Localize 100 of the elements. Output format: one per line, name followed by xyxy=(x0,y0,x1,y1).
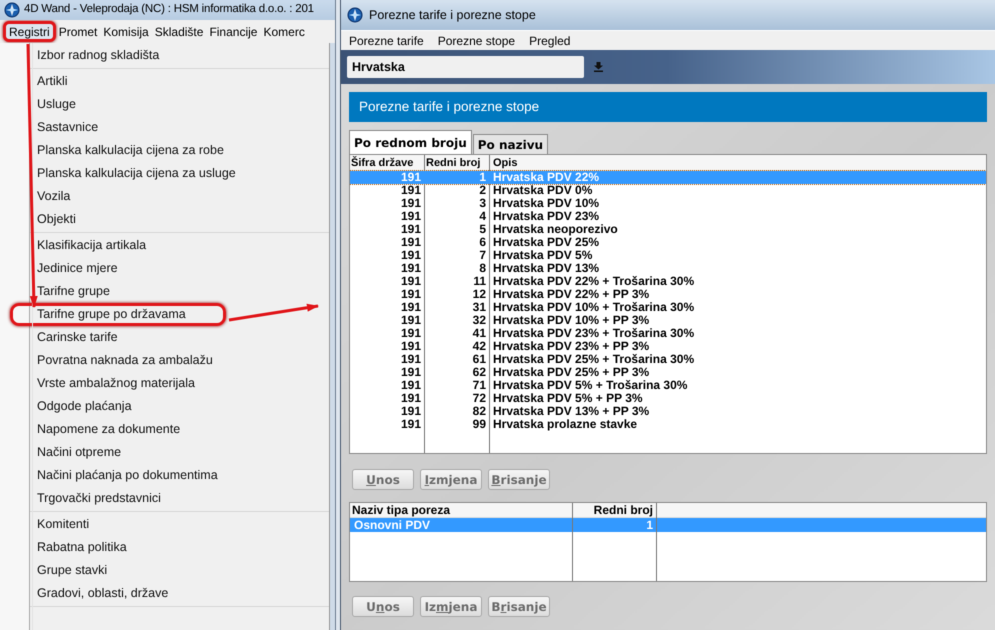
table-cell-text: Hrvatska PDV 13% + PP 3% xyxy=(492,405,650,418)
dropdown-item[interactable]: Carinske tarife xyxy=(30,326,329,349)
table-cell-text: 191 xyxy=(400,249,422,262)
table-cell-text: 191 xyxy=(400,171,422,184)
table-cell-text: 191 xyxy=(400,275,422,288)
table-row[interactable]: 191 4 Hrvatska PDV 23% xyxy=(350,210,986,223)
dropdown-item[interactable]: Načini otpreme xyxy=(30,441,329,464)
table-cell-text: Hrvatska PDV 25% + PP 3% xyxy=(492,366,650,379)
table-cell-text: 32 xyxy=(472,314,487,327)
action-button[interactable]: Izmjena xyxy=(420,469,482,490)
table-cell-text: Hrvatska PDV 22% xyxy=(492,171,600,184)
table-cell-text: Hrvatska PDV 10% xyxy=(492,197,600,210)
dropdown-item[interactable]: Odgode plaćanja xyxy=(30,395,329,418)
table-cell-text: Hrvatska PDV 5% xyxy=(492,249,594,262)
dropdown-item[interactable]: Gradovi, oblasti, države xyxy=(30,582,329,605)
dropdown-item[interactable]: Grupe stavki xyxy=(30,559,329,582)
dropdown-item[interactable]: Načini plaćanja po dokumentima xyxy=(30,464,329,487)
menu-item[interactable]: Porezne stope xyxy=(438,32,516,50)
download-icon[interactable] xyxy=(594,62,603,72)
table-row[interactable]: 191 3 Hrvatska PDV 10% xyxy=(350,197,986,210)
table-cell-text: 99 xyxy=(472,418,487,431)
column-header[interactable]: Redni broj xyxy=(572,503,656,517)
dropdown-item[interactable]: Rabatna politika xyxy=(30,536,329,559)
dropdown-item[interactable]: Trgovački predstavnici xyxy=(30,487,329,510)
table-cell-text: Hrvatska PDV 13% xyxy=(492,262,600,275)
menu-item[interactable]: Komisija xyxy=(100,21,152,42)
table-cell-text: Hrvatska neoporezivo xyxy=(492,223,619,236)
table-row[interactable]: 191 71 Hrvatska PDV 5% + Trošarina 30% xyxy=(350,379,986,392)
action-button[interactable]: Izmjena xyxy=(420,596,482,617)
table-cell-text: 31 xyxy=(472,301,487,314)
dropdown-item[interactable]: Napomene za dokumente xyxy=(30,418,329,441)
country-field[interactable]: Hrvatska xyxy=(347,56,584,78)
dropdown-item[interactable]: Jedinice mjere xyxy=(30,257,329,280)
table-cell-text: 191 xyxy=(400,223,422,236)
menu-item[interactable]: Registri xyxy=(3,21,56,42)
column-header[interactable]: Opis xyxy=(489,156,986,170)
column-header[interactable]: Redni broj xyxy=(424,156,489,170)
table-cell-text: 82 xyxy=(472,405,487,418)
dropdown-item[interactable]: Objekti xyxy=(30,208,329,231)
table-cell-text: Hrvatska PDV 10% + PP 3% xyxy=(492,314,650,327)
dropdown-item[interactable]: Sastavnice xyxy=(30,116,329,139)
dropdown-item[interactable]: Komitenti xyxy=(30,513,329,536)
table-cell-text: 191 xyxy=(400,327,422,340)
table-cell-text: 1 xyxy=(478,171,487,184)
table-cell-text: 41 xyxy=(472,327,487,340)
app-logo-icon xyxy=(4,2,20,18)
table-row[interactable]: 191 41 Hrvatska PDV 23% + Trošarina 30% xyxy=(350,327,986,340)
table-cell-text: 191 xyxy=(400,301,422,314)
tab[interactable]: Po nazivu xyxy=(472,134,548,154)
tab[interactable]: Po rednom broju xyxy=(349,130,472,154)
table-cell-text: 42 xyxy=(472,340,487,353)
table-row[interactable]: 191 6 Hrvatska PDV 25% xyxy=(350,236,986,249)
table-cell-text: 61 xyxy=(472,353,487,366)
table-row[interactable]: 191 2 Hrvatska PDV 0% xyxy=(350,184,986,197)
table-cell-text: Hrvatska PDV 5% + Trošarina 30% xyxy=(492,379,688,392)
action-button[interactable]: Unos xyxy=(352,469,414,490)
table-cell-text: Hrvatska PDV 22% + PP 3% xyxy=(492,288,650,301)
menu-item[interactable]: Porezne tarife xyxy=(349,32,424,50)
table-row[interactable]: 191 61 Hrvatska PDV 25% + Trošarina 30% xyxy=(350,353,986,366)
table-row[interactable]: 191 72 Hrvatska PDV 5% + PP 3% xyxy=(350,392,986,405)
table-cell-text: Hrvatska PDV 0% xyxy=(492,184,594,197)
table-row[interactable]: 191 7 Hrvatska PDV 5% xyxy=(350,249,986,262)
dropdown-item[interactable]: Izbor radnog skladišta xyxy=(30,44,329,67)
dropdown-item[interactable]: Vozila xyxy=(30,185,329,208)
table-cell-text: 11 xyxy=(472,275,487,288)
window-title: Porezne tarife i porezne stope xyxy=(369,6,536,24)
table-cell-text: Hrvatska PDV 25% xyxy=(492,236,600,249)
menu-item[interactable]: Financije xyxy=(206,21,260,42)
table-cell-text: 12 xyxy=(472,288,487,301)
column-header[interactable]: Šifra države xyxy=(350,156,424,170)
dropdown-item[interactable]: Povratna naknada za ambalažu xyxy=(30,349,329,372)
table-cell-text: 191 xyxy=(400,392,422,405)
table-row[interactable]: 191 11 Hrvatska PDV 22% + Trošarina 30% xyxy=(350,275,986,288)
dropdown-item[interactable]: Planska kalkulacija cijena za usluge xyxy=(30,162,329,185)
dropdown-item[interactable]: Vrste ambalažnog materijala xyxy=(30,372,329,395)
dropdown-item[interactable]: Planska kalkulacija cijena za robe xyxy=(30,139,329,162)
dropdown-item[interactable]: Tarifne grupe xyxy=(30,280,329,303)
table-row[interactable]: 191 12 Hrvatska PDV 22% + PP 3% xyxy=(350,288,986,301)
menu-item[interactable]: Pregled xyxy=(529,32,570,50)
table-row[interactable]: 191 99 Hrvatska prolazne stavke xyxy=(350,418,986,431)
table-row[interactable]: 191 31 Hrvatska PDV 10% + Trošarina 30% xyxy=(350,301,986,314)
action-button[interactable]: Brisanje xyxy=(488,596,550,617)
table-row[interactable]: 191 8 Hrvatska PDV 13% xyxy=(350,262,986,275)
column-header[interactable]: Naziv tipa poreza xyxy=(350,503,572,517)
menu-item[interactable]: Komerc xyxy=(260,21,308,42)
action-button[interactable]: Unos xyxy=(352,596,414,617)
dropdown-item[interactable]: Tarifne grupe po državama xyxy=(10,303,226,326)
dropdown-item[interactable]: Klasifikacija artikala xyxy=(30,234,329,257)
menu-item[interactable]: Promet xyxy=(56,21,100,42)
dropdown-item[interactable]: Usluge xyxy=(30,93,329,116)
table-row[interactable]: 191 32 Hrvatska PDV 10% + PP 3% xyxy=(350,314,986,327)
menu-item[interactable]: Skladište xyxy=(152,21,206,42)
table-row[interactable]: 191 42 Hrvatska PDV 23% + PP 3% xyxy=(350,340,986,353)
dropdown-item[interactable]: Artikli xyxy=(30,70,329,93)
table-row[interactable]: 191 62 Hrvatska PDV 25% + PP 3% xyxy=(350,366,986,379)
table-cell-text: 4 xyxy=(478,210,487,223)
table-row[interactable]: 191 82 Hrvatska PDV 13% + PP 3% xyxy=(350,405,986,418)
table-row[interactable]: 191 5 Hrvatska neoporezivo xyxy=(350,223,986,236)
table-cell-text: Hrvatska PDV 25% + Trošarina 30% xyxy=(492,353,696,366)
action-button[interactable]: Brisanje xyxy=(488,469,550,490)
